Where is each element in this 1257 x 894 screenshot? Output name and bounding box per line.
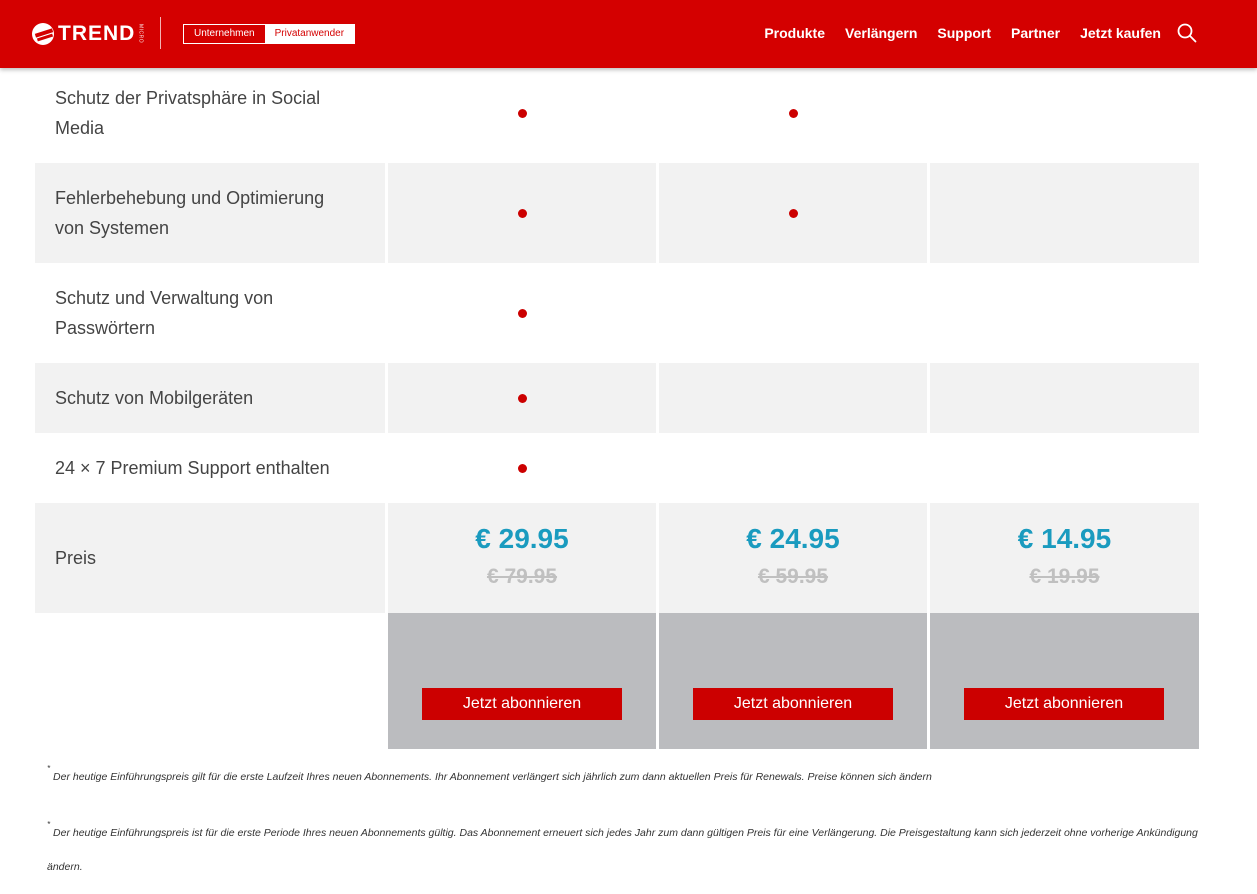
feature-row: 24 × 7 Premium Support enthalten [35,433,1199,503]
plan-cell [659,163,927,263]
plan-cell [388,63,656,163]
feature-row: Fehlerbehebung und Optimierung von Syste… [35,163,1199,263]
footnote-mark: * [47,764,51,773]
private-toggle[interactable]: Privatanwender [264,25,355,43]
price-label: Preis [55,548,97,568]
main-nav: Produkte Verlängern Support Partner Jetz… [764,25,1161,41]
included-dot-icon [789,209,798,218]
current-price: € 24.95 [746,523,840,554]
trend-micro-logo[interactable]: TREND MICRO [32,20,143,48]
original-price: € 79.95 [486,565,558,588]
nav-item-support[interactable]: Support [937,25,991,41]
included-dot-icon [518,394,527,403]
current-price: € 29.95 [475,523,569,554]
subscribe-cell: Jetzt abonnieren [388,613,656,749]
feature-row: Schutz der Privatsphäre in Social Media [35,63,1199,163]
feature-cell: Schutz und Verwaltung von Passwörtern [35,263,385,363]
plan-cell [930,163,1199,263]
feature-label: Schutz und Verwaltung von Passwörtern [55,288,274,338]
price-cell: € 29.95 € 79.95 [388,503,656,613]
subscribe-button[interactable]: Jetzt abonnieren [422,688,622,720]
feature-label: Schutz von Mobilgeräten [55,388,254,408]
feature-row: Schutz von Mobilgeräten [35,363,1199,433]
original-price: € 59.95 [757,565,829,588]
audience-switch: Unternehmen Privatanwender [183,24,356,44]
subscribe-cell: Jetzt abonnieren [930,613,1199,749]
feature-cell: Schutz der Privatsphäre in Social Media [35,63,385,163]
included-dot-icon [518,209,527,218]
included-dot-icon [518,464,527,473]
plan-cell [659,363,927,433]
price-row: Preis € 29.95 € 79.95 € 24.95 € 59.95 € … [35,503,1199,613]
subscribe-button[interactable]: Jetzt abonnieren [693,688,893,720]
footnote: * Der heutige Einführungspreis ist für d… [47,816,1207,884]
subscribe-row: Jetzt abonnieren Jetzt abonnieren Jetzt … [35,613,1199,749]
plan-cell [930,63,1199,163]
plan-cell [388,433,656,503]
plan-cell [659,263,927,363]
footnote-text: Der heutige Einführungspreis ist für die… [47,827,1198,873]
subscribe-button[interactable]: Jetzt abonnieren [964,688,1164,720]
feature-label: 24 × 7 Premium Support enthalten [55,458,330,478]
plan-cell [388,163,656,263]
logo-micro-text: MICRO [137,24,144,44]
subscribe-cell: Jetzt abonnieren [659,613,927,749]
included-dot-icon [518,109,527,118]
footnote-mark: * [47,820,51,829]
price-cell: € 14.95 € 19.95 [930,503,1199,613]
footnote-text: Der heutige Einführungspreis gilt für di… [53,771,932,783]
price-cell: € 24.95 € 59.95 [659,503,927,613]
feature-cell: 24 × 7 Premium Support enthalten [35,433,385,503]
plan-cell [930,363,1199,433]
site-header: TREND MICRO Unternehmen Privatanwender P… [0,0,1257,68]
feature-label: Schutz der Privatsphäre in Social Media [55,88,321,138]
footnote: * Der heutige Einführungspreis gilt für … [47,760,1207,794]
included-dot-icon [789,109,798,118]
plan-cell [659,433,927,503]
nav-item-verlaengern[interactable]: Verlängern [845,25,917,41]
logo-ball-icon [32,23,54,45]
plan-cell [388,263,656,363]
plan-cell [659,63,927,163]
nav-item-jetzt-kaufen[interactable]: Jetzt kaufen [1080,25,1161,41]
plan-cell [388,363,656,433]
search-icon[interactable] [1177,23,1197,43]
feature-label: Fehlerbehebung und Optimierung von Syste… [55,188,325,238]
original-price: € 19.95 [1029,565,1100,588]
nav-item-partner[interactable]: Partner [1011,25,1060,41]
feature-cell: Fehlerbehebung und Optimierung von Syste… [35,163,385,263]
nav-item-produkte[interactable]: Produkte [764,25,825,41]
current-price: € 14.95 [1017,523,1112,554]
business-toggle[interactable]: Unternehmen [184,25,265,43]
included-dot-icon [518,309,527,318]
plan-cell [930,263,1199,363]
feature-cell: Schutz von Mobilgeräten [35,363,385,433]
header-divider [160,17,161,49]
plan-cell [930,433,1199,503]
feature-row: Schutz und Verwaltung von Passwörtern [35,263,1199,363]
price-label-cell: Preis [35,503,385,613]
logo-text: TREND [58,22,136,45]
